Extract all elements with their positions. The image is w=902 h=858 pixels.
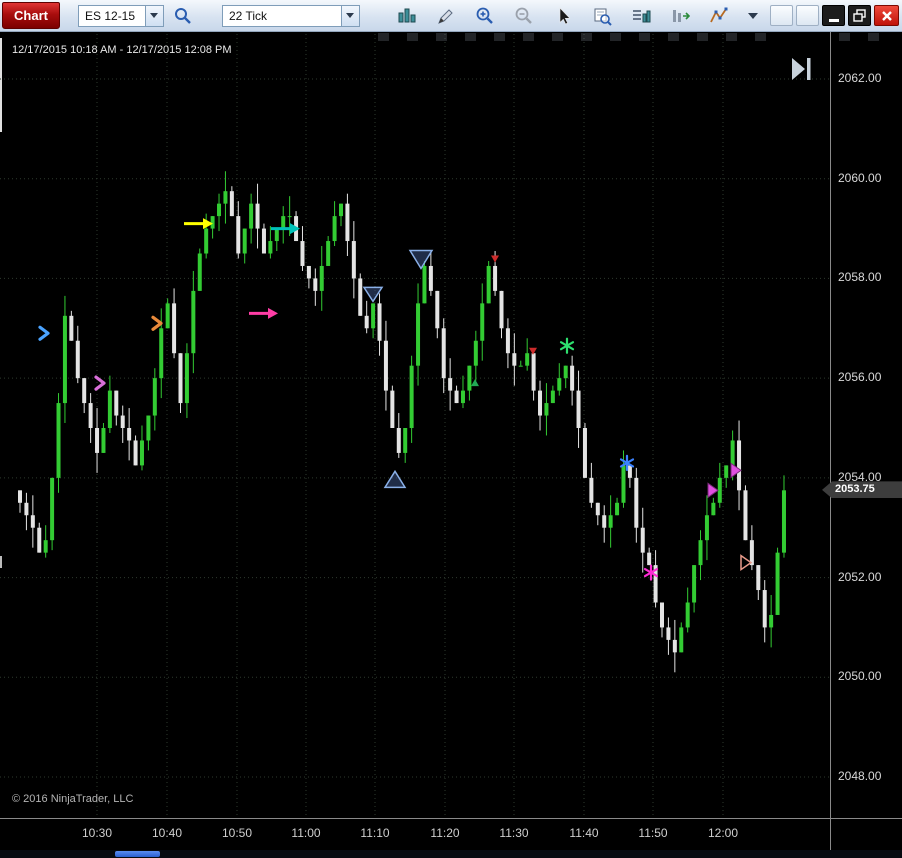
cursor-button[interactable] — [550, 4, 576, 28]
time-axis-label: 11:40 — [569, 826, 599, 840]
chevron-down-icon[interactable] — [145, 5, 163, 26]
axis-corner-divider — [830, 819, 831, 850]
instrument-value: ES 12-15 — [85, 8, 136, 23]
zoom-out-button[interactable] — [511, 4, 537, 28]
price-axis-label: 2060.00 — [838, 170, 882, 185]
asterisk-marker — [559, 337, 575, 354]
price-axis-label: 2050.00 — [838, 669, 882, 684]
restore-icon — [853, 9, 866, 22]
search-icon — [175, 7, 191, 24]
window-extra-button-2[interactable] — [796, 5, 819, 26]
chart-style-icon — [398, 8, 416, 22]
more-tools-dropdown[interactable] — [745, 4, 761, 28]
scroll-to-end-icon[interactable] — [790, 56, 814, 82]
time-axis-label: 10:40 — [151, 826, 183, 840]
time-axis-label: 12:00 — [707, 826, 739, 840]
small-triangle-up-marker — [471, 379, 479, 387]
chart-time-range-label: 12/17/2015 10:18 AM - 12/17/2015 12:08 P… — [12, 44, 232, 56]
taskbar-app-indicator[interactable] — [115, 851, 160, 857]
restore-button[interactable] — [848, 5, 871, 26]
price-axis-label: 2058.00 — [838, 270, 882, 285]
triangle-up-marker — [383, 469, 407, 489]
clipped-icons-artifact — [378, 33, 770, 41]
drawing-tools-button[interactable] — [433, 4, 459, 28]
candles — [18, 171, 786, 673]
copyright-label: © 2016 NinjaTrader, LLC — [12, 793, 134, 805]
period-select[interactable]: 22 Tick — [222, 4, 360, 27]
time-axis-label: 10:30 — [81, 826, 113, 840]
chart-style-button[interactable] — [394, 4, 420, 28]
small-triangle-down-marker — [491, 255, 499, 263]
chart-tab[interactable]: Chart — [2, 2, 60, 29]
time-axis-label: 11:00 — [291, 826, 321, 840]
last-price-tag: 2053.75 — [822, 481, 902, 499]
time-axis[interactable]: 10:30 10:40 10:50 11:00 11:10 11:20 11:30 11:40… — [0, 818, 902, 850]
data-box-button[interactable] — [589, 4, 615, 28]
signal-markers — [38, 218, 753, 581]
chevron-down-icon[interactable] — [341, 5, 359, 26]
indicators-button[interactable] — [706, 4, 732, 28]
chart-tab-label: Chart — [14, 8, 48, 23]
triangle-right-marker — [707, 482, 719, 499]
price-axis-label: 2048.00 — [838, 768, 882, 783]
chart-trader-button[interactable] — [628, 4, 654, 28]
chevron-right-marker — [151, 315, 163, 331]
chevron-right-marker — [38, 325, 50, 341]
data-box-icon — [594, 8, 612, 26]
period-value: 22 Tick — [229, 8, 268, 23]
price-axis[interactable]: 2053.75 2062.00 2060.00 2058.00 2056.00 2054… — [822, 32, 902, 818]
indicators-icon — [710, 7, 728, 22]
zoom-in-button[interactable] — [472, 4, 498, 28]
time-axis-label: 11:50 — [638, 826, 668, 840]
zoom-in-icon — [476, 7, 493, 24]
window-extra-button-1[interactable] — [770, 5, 793, 26]
price-axis-label: 2062.00 — [838, 71, 882, 85]
instrument-select[interactable]: ES 12-15 — [78, 4, 164, 27]
price-axis-label: 2052.00 — [838, 569, 882, 584]
bar-type-icon — [673, 9, 690, 22]
chevron-right-marker — [94, 375, 106, 391]
price-axis-label: 2056.00 — [838, 370, 882, 385]
instrument-lookup-button[interactable] — [170, 4, 196, 28]
toolbar: Chart ES 12-15 22 Tick — [0, 0, 902, 32]
left-edge-artifacts — [0, 38, 2, 568]
time-axis-label: 10:50 — [221, 826, 253, 840]
taskbar-strip — [0, 850, 902, 858]
time-axis-label: 11:30 — [499, 826, 529, 840]
price-chart[interactable] — [0, 32, 830, 818]
time-axis-label: 11:20 — [430, 826, 460, 840]
cursor-icon — [559, 6, 571, 24]
toolbar-icon-group — [394, 4, 761, 28]
minimize-icon — [828, 18, 839, 22]
small-triangle-down-marker — [529, 347, 537, 355]
chart-trader-icon — [633, 9, 651, 22]
chevron-down-icon — [748, 12, 758, 19]
time-axis-label: 11:10 — [360, 826, 390, 840]
close-icon — [881, 10, 892, 21]
triangle-down-marker — [408, 249, 434, 270]
clipped-icons-artifact — [839, 33, 897, 41]
pencil-icon — [438, 8, 453, 24]
zoom-out-icon — [515, 7, 532, 24]
bar-type-button[interactable] — [667, 4, 693, 28]
close-button[interactable] — [874, 5, 899, 26]
triangle-right-marker — [740, 554, 753, 572]
chart-area[interactable]: 12/17/2015 10:18 AM - 12/17/2015 12:08 P… — [0, 32, 830, 818]
window-controls — [770, 5, 900, 26]
minimize-button[interactable] — [822, 5, 845, 26]
